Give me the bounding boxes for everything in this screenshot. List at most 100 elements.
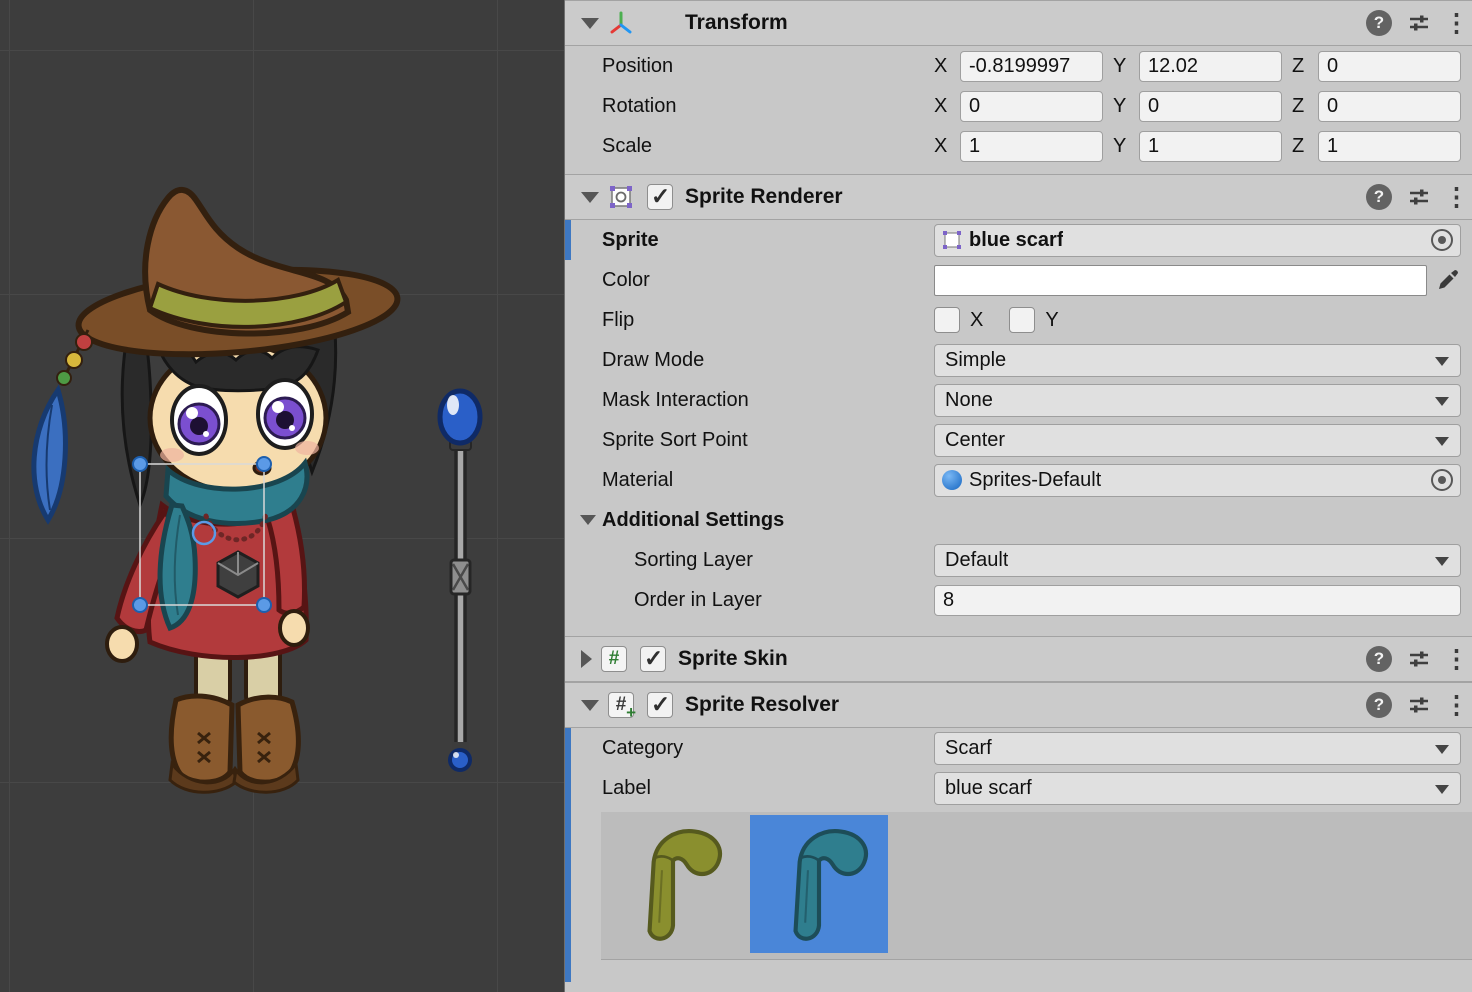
rotation-y-field[interactable]: 0	[1139, 91, 1282, 122]
kebab-menu-icon[interactable]: ⋮	[1444, 184, 1458, 210]
sprite-object-field[interactable]: blue scarf	[934, 224, 1461, 257]
help-icon[interactable]: ?	[1366, 10, 1392, 36]
scene-canvas	[0, 0, 564, 992]
scene-view[interactable]	[0, 0, 564, 992]
order-in-layer-label: Order in Layer	[602, 589, 934, 612]
selection-handle[interactable]	[133, 598, 147, 612]
category-label: Category	[602, 737, 934, 760]
presets-icon[interactable]	[1407, 693, 1431, 717]
component-title: Sprite Resolver	[685, 693, 839, 717]
rotation-row: Rotation X 0 Y 0 Z 0	[565, 86, 1472, 126]
flip-label: Flip	[602, 309, 934, 332]
presets-icon[interactable]	[1407, 185, 1431, 209]
order-in-layer-field[interactable]: 8	[934, 585, 1461, 616]
foldout-open-icon[interactable]	[581, 192, 599, 203]
selection-handle[interactable]	[257, 598, 271, 612]
position-x-field[interactable]: -0.8199997	[960, 51, 1103, 82]
eyedropper-icon[interactable]	[1435, 267, 1461, 293]
kebab-menu-icon[interactable]: ⋮	[1444, 646, 1458, 672]
component-enabled-checkbox[interactable]	[647, 184, 673, 210]
position-y-field[interactable]: 12.02	[1139, 51, 1282, 82]
mask-interaction-dropdown[interactable]: None	[934, 384, 1461, 417]
sprite-row: Sprite blue scarf	[565, 220, 1472, 260]
scale-y-field[interactable]: 1	[1139, 131, 1282, 162]
position-label: Position	[602, 55, 934, 78]
component-enabled-checkbox[interactable]	[647, 692, 673, 718]
position-z-field[interactable]: 0	[1318, 51, 1461, 82]
color-swatch[interactable]	[934, 265, 1427, 296]
flip-y-checkbox[interactable]	[1009, 307, 1035, 333]
sprite-renderer-header[interactable]: Sprite Renderer ? ⋮	[565, 174, 1472, 220]
foldout-open-icon[interactable]	[581, 18, 599, 29]
staff-sprite[interactable]	[440, 391, 480, 770]
sprite-resolver-body: Category Scarf Label blue scarf	[565, 728, 1472, 982]
flip-row: Flip X Y	[565, 300, 1472, 340]
foldout-open-icon[interactable]	[580, 515, 596, 525]
order-in-layer-row: Order in Layer 8	[565, 580, 1472, 620]
help-icon[interactable]: ?	[1366, 646, 1392, 672]
flip-x-label: X	[970, 309, 983, 332]
axis-z-label: Z	[1292, 135, 1318, 158]
sprite-sort-point-dropdown[interactable]: Center	[934, 424, 1461, 457]
sprite-sort-point-label: Sprite Sort Point	[602, 429, 934, 452]
foldout-collapsed-icon[interactable]	[581, 650, 592, 668]
sprite-renderer-icon	[607, 183, 635, 211]
additional-settings-label: Additional Settings	[602, 509, 934, 532]
label-dropdown[interactable]: blue scarf	[934, 772, 1461, 805]
sprite-value: blue scarf	[969, 229, 1063, 252]
sprite-skin-header[interactable]: # Sprite Skin ? ⋮	[565, 636, 1472, 682]
flip-x-checkbox[interactable]	[934, 307, 960, 333]
axis-x-label: X	[934, 95, 960, 118]
presets-icon[interactable]	[1407, 647, 1431, 671]
selection-handle[interactable]	[257, 457, 271, 471]
category-row: Category Scarf	[565, 728, 1472, 768]
sorting-layer-row: Sorting Layer Default	[565, 540, 1472, 580]
prefab-override-bar	[565, 220, 571, 260]
presets-icon[interactable]	[1407, 11, 1431, 35]
axis-y-label: Y	[1113, 135, 1139, 158]
component-title: Sprite Renderer	[685, 185, 843, 209]
additional-settings-row[interactable]: Additional Settings	[565, 500, 1472, 540]
scale-x-field[interactable]: 1	[960, 131, 1103, 162]
sorting-layer-dropdown[interactable]: Default	[934, 544, 1461, 577]
help-icon[interactable]: ?	[1366, 692, 1392, 718]
axis-y-label: Y	[1113, 95, 1139, 118]
object-picker-icon[interactable]	[1431, 229, 1453, 251]
sprite-resolver-header[interactable]: #+ Sprite Resolver ? ⋮	[565, 682, 1472, 728]
sprite-skin-icon: #	[600, 645, 628, 673]
color-label: Color	[602, 269, 934, 292]
foldout-open-icon[interactable]	[581, 700, 599, 711]
axis-y-label: Y	[1113, 55, 1139, 78]
material-icon	[942, 470, 962, 490]
sprite-sort-point-row: Sprite Sort Point Center	[565, 420, 1472, 460]
material-object-field[interactable]: Sprites-Default	[934, 464, 1461, 497]
kebab-menu-icon[interactable]: ⋮	[1444, 692, 1458, 718]
category-dropdown[interactable]: Scarf	[934, 732, 1461, 765]
sprite-resolver-icon: #+	[607, 691, 635, 719]
draw-mode-row: Draw Mode Simple	[565, 340, 1472, 380]
help-icon[interactable]: ?	[1366, 184, 1392, 210]
transform-header[interactable]: Transform ? ⋮	[565, 0, 1472, 46]
material-label: Material	[602, 469, 934, 492]
rotation-x-field[interactable]: 0	[960, 91, 1103, 122]
unity-editor: Transform ? ⋮ Position X -0.8199997 Y 12…	[0, 0, 1472, 992]
label-label: Label	[602, 777, 934, 800]
kebab-menu-icon[interactable]: ⋮	[1444, 10, 1458, 36]
draw-mode-dropdown[interactable]: Simple	[934, 344, 1461, 377]
mask-interaction-label: Mask Interaction	[602, 389, 934, 412]
character-sprite[interactable]	[34, 190, 401, 792]
mask-interaction-row: Mask Interaction None	[565, 380, 1472, 420]
axis-x-label: X	[934, 55, 960, 78]
sprite-thumbnail-blue-scarf[interactable]	[750, 815, 888, 953]
scale-z-field[interactable]: 1	[1318, 131, 1461, 162]
object-picker-icon[interactable]	[1431, 469, 1453, 491]
transform-icon	[607, 9, 635, 37]
sprite-variant-strip	[601, 812, 1472, 960]
sprite-thumbnail-green-scarf[interactable]	[604, 815, 742, 953]
selection-handle[interactable]	[133, 457, 147, 471]
component-title: Sprite Skin	[678, 647, 788, 671]
rotation-z-field[interactable]: 0	[1318, 91, 1461, 122]
sorting-layer-label: Sorting Layer	[602, 549, 934, 572]
sprite-label: Sprite	[602, 229, 934, 252]
component-enabled-checkbox[interactable]	[640, 646, 666, 672]
